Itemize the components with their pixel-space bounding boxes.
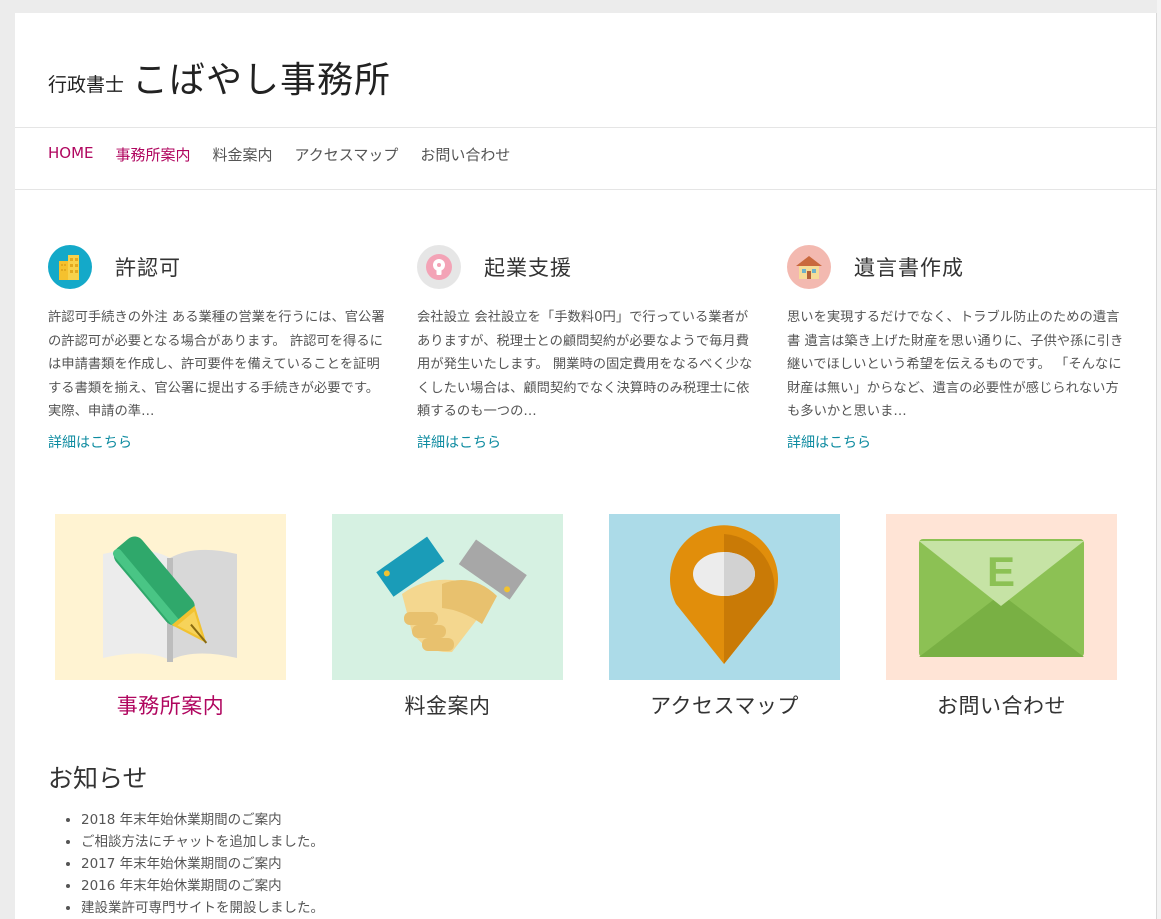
divider <box>15 189 1156 190</box>
nav-office-info[interactable]: 事務所案内 <box>116 144 191 168</box>
feature-title: 起業支援 <box>484 256 572 280</box>
feature-text: 会社設立 会社設立を「手数料0円」で行っている業者がありますが、税理士との顧問契… <box>417 310 753 420</box>
card-label: 料金案内 <box>404 694 491 718</box>
nav-fees[interactable]: 料金案内 <box>213 144 273 168</box>
feature-permits: 許認可 許認可手続きの外注 ある業種の営業を行うには、官公署の許認可が必要となる… <box>48 244 388 451</box>
building-icon <box>48 245 92 289</box>
envelope-icon: E <box>886 514 1117 680</box>
site-title-prefix: 行政書士 <box>48 74 125 96</box>
house-icon <box>787 245 831 289</box>
card-label: お問い合わせ <box>937 694 1066 718</box>
details-link[interactable]: 詳細はこちら <box>787 432 1127 452</box>
details-link[interactable]: 詳細はこちら <box>417 432 757 452</box>
svg-text:E: E <box>987 548 1015 595</box>
nav-contact[interactable]: お問い合わせ <box>420 144 510 168</box>
pen-book-icon <box>55 514 286 680</box>
feature-startup-support: 起業支援 会社設立 会社設立を「手数料0円」で行っている業者がありますが、税理士… <box>417 244 757 451</box>
card-label: 事務所案内 <box>116 694 225 718</box>
news-item[interactable]: 2018 年末年始休業期間のご案内 <box>81 809 324 831</box>
news-list: 2018 年末年始休業期間のご案内 ご相談方法にチャットを追加しました。 201… <box>48 809 324 919</box>
news-item[interactable]: 2016 年末年始休業期間のご案内 <box>81 875 324 897</box>
feature-will-drafting: 遺言書作成 思いを実現するだけでなく、トラブル防止のための遺言書 遺言は築き上げ… <box>787 244 1127 451</box>
site-title[interactable]: 行政書士 こばやし事務所 <box>48 59 391 99</box>
news-heading: お知らせ <box>48 764 148 793</box>
details-link[interactable]: 詳細はこちら <box>48 432 388 452</box>
card-access-map[interactable]: アクセスマップ <box>609 514 840 720</box>
news-item[interactable]: 建設業許可専門サイトを開設しました。 <box>81 897 324 919</box>
handshake-icon <box>332 514 563 680</box>
divider <box>15 127 1156 128</box>
scrollbar[interactable] <box>1157 0 1161 919</box>
lightbulb-icon <box>417 245 461 289</box>
feature-title: 遺言書作成 <box>854 256 964 280</box>
card-office-info[interactable]: 事務所案内 <box>55 514 286 720</box>
news-item[interactable]: 2017 年末年始休業期間のご案内 <box>81 853 324 875</box>
nav-access-map[interactable]: アクセスマップ <box>295 144 399 168</box>
page: 行政書士 こばやし事務所 HOME 事務所案内 料金案内 アクセスマップ お問い… <box>15 13 1157 919</box>
map-pin-icon <box>609 514 840 680</box>
feature-text: 許認可手続きの外注 ある業種の営業を行うには、官公署の許認可が必要となる場合があ… <box>48 310 385 420</box>
nav-home[interactable]: HOME <box>48 144 94 168</box>
card-fees[interactable]: 料金案内 <box>332 514 563 720</box>
feature-text: 思いを実現するだけでなく、トラブル防止のための遺言書 遺言は築き上げた財産を思い… <box>787 310 1124 420</box>
feature-title: 許認可 <box>115 256 181 280</box>
main-nav: HOME 事務所案内 料金案内 アクセスマップ お問い合わせ <box>48 144 510 168</box>
card-label: アクセスマップ <box>650 694 799 718</box>
site-title-main: こばやし事務所 <box>132 60 392 101</box>
news-item[interactable]: ご相談方法にチャットを追加しました。 <box>81 831 324 853</box>
card-contact[interactable]: E お問い合わせ <box>886 514 1117 720</box>
